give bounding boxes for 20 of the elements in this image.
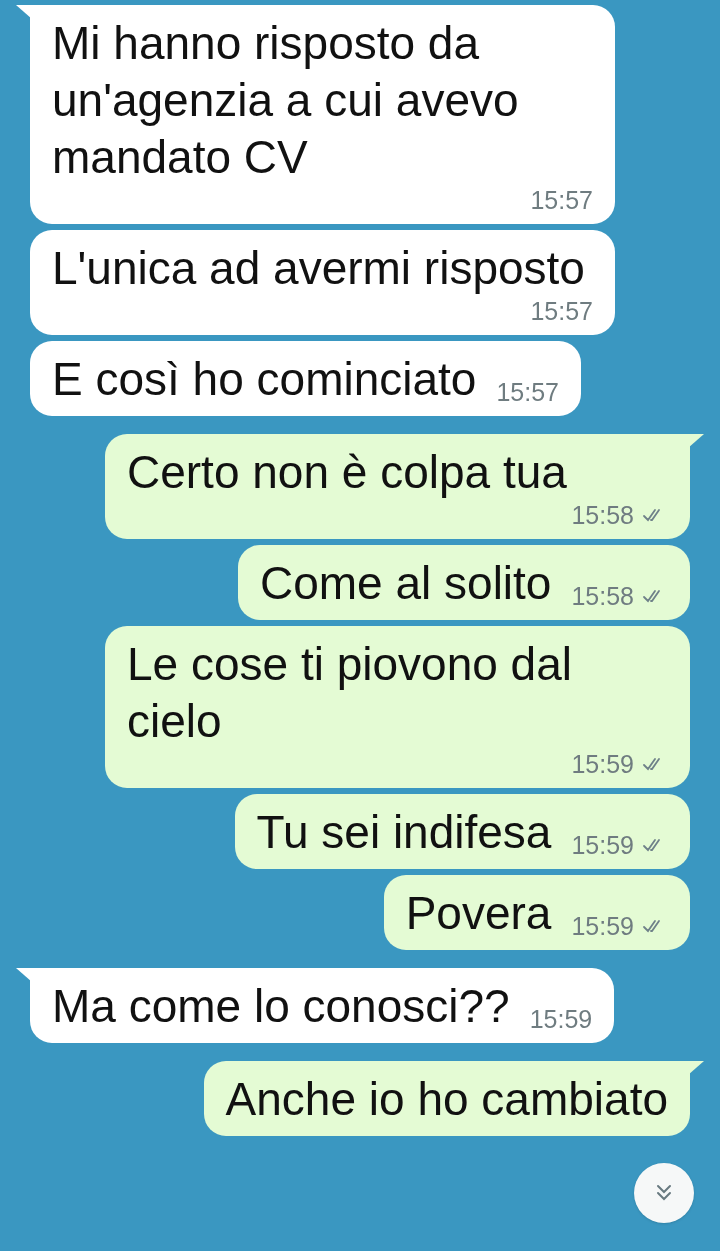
message-time: 15:59 [571, 750, 634, 778]
message-text: Anche io ho cambiato [225, 1072, 668, 1127]
message-time: 15:57 [530, 186, 593, 214]
message-text: Certo non è colpa tua [127, 445, 567, 500]
message-time: 15:58 [571, 501, 634, 529]
message-text: Ma come lo conosci?? [52, 979, 510, 1034]
message-text: Tu sei indifesa [256, 805, 552, 860]
message-time: 15:57 [496, 378, 559, 406]
message-text: Come al solito [260, 556, 552, 611]
message-text: L'unica ad avermi risposto [52, 241, 585, 296]
message-text: Povera [405, 886, 552, 941]
message-text: Mi hanno risposto da un'agenzia a cui avevo mandato CV [52, 16, 520, 185]
scroll-down-button[interactable] [634, 1163, 694, 1223]
message-time: 15:58 [571, 582, 634, 610]
message-text: E così ho cominciato [52, 352, 477, 407]
message-time: 15:57 [530, 297, 593, 325]
message-time: 15:59 [571, 912, 634, 940]
message-time: 15:59 [571, 831, 634, 859]
message-time: 15:59 [529, 1005, 593, 1033]
message-text: Le cose ti piovono dal cielo [127, 637, 573, 749]
